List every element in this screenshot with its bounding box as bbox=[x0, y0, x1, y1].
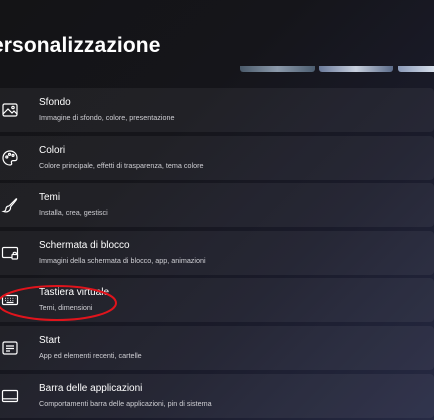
taskbar-icon bbox=[0, 386, 20, 406]
settings-item-title: Tastiera virtuale bbox=[39, 287, 110, 299]
settings-item-title: Barra delle applicazioni bbox=[39, 382, 143, 394]
settings-item-subtitle: Immagine di sfondo, colore, presentazion… bbox=[39, 113, 175, 122]
settings-item-subtitle: Colore principale, effetti di trasparenz… bbox=[39, 160, 204, 170]
theme-thumbnail[interactable] bbox=[319, 66, 393, 72]
theme-thumbnail[interactable] bbox=[240, 66, 315, 72]
settings-item-title: Temi bbox=[39, 192, 61, 204]
settings-item-title: Sfondo bbox=[39, 97, 71, 108]
theme-thumbnail[interactable] bbox=[398, 66, 434, 72]
settings-item-title: Schermata di blocco bbox=[39, 239, 130, 251]
settings-item-temi[interactable]: Temi Installa, crea, gestisci bbox=[0, 183, 434, 228]
theme-thumbnails[interactable] bbox=[240, 66, 434, 74]
settings-item-title: Start bbox=[39, 334, 61, 346]
settings-item-tastiera-virtuale[interactable]: Tastiera virtuale Temi, dimensioni bbox=[0, 278, 434, 323]
settings-item-sfondo[interactable]: Sfondo Immagine di sfondo, colore, prese… bbox=[0, 88, 434, 132]
settings-list: Sfondo Immagine di sfondo, colore, prese… bbox=[0, 88, 434, 420]
settings-item-colori[interactable]: Colori Colore principale, effetti di tra… bbox=[0, 135, 434, 180]
palette-icon bbox=[0, 148, 20, 168]
brush-icon bbox=[0, 195, 20, 215]
settings-item-start[interactable]: Start App ed elementi recenti, cartelle bbox=[0, 325, 434, 370]
settings-item-subtitle: Temi, dimensioni bbox=[39, 303, 93, 313]
settings-item-subtitle: Installa, crea, gestisci bbox=[39, 208, 108, 218]
settings-item-subtitle: App ed elementi recenti, cartelle bbox=[39, 350, 142, 360]
image-icon bbox=[0, 100, 20, 120]
settings-item-title: Colori bbox=[39, 144, 66, 156]
keyboard-icon bbox=[0, 290, 20, 310]
settings-item-subtitle: Immagini della schermata di blocco, app,… bbox=[39, 255, 206, 265]
page-title: ersonalizzazione bbox=[0, 34, 161, 57]
lock-screen-icon bbox=[0, 243, 20, 263]
start-icon bbox=[0, 338, 20, 358]
settings-item-barra-delle-applicazioni[interactable]: Barra delle applicazioni Comportamenti b… bbox=[0, 373, 434, 418]
settings-item-schermata-di-blocco[interactable]: Schermata di blocco Immagini della scher… bbox=[0, 230, 434, 275]
settings-item-subtitle: Comportamenti barra delle applicazioni, … bbox=[39, 398, 212, 408]
